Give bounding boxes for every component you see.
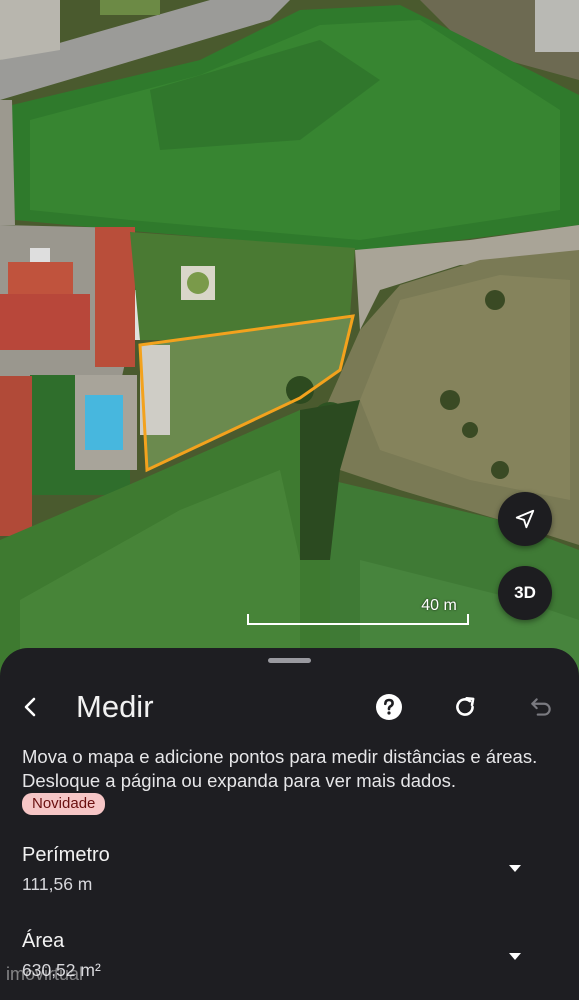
perimeter-label: Perímetro bbox=[22, 844, 110, 866]
instructions-text: Mova o mapa e adicione pontos para medir… bbox=[22, 746, 538, 791]
area-label: Área bbox=[22, 930, 65, 952]
area-expand-button[interactable] bbox=[500, 941, 530, 971]
caret-down-icon bbox=[509, 953, 521, 960]
satellite-imagery bbox=[0, 0, 579, 700]
locate-button[interactable] bbox=[498, 492, 552, 546]
perimeter-expand-button[interactable] bbox=[500, 853, 530, 883]
scale-bar-label: 40 m bbox=[421, 597, 457, 614]
perimeter-value: 111,56 m bbox=[22, 874, 93, 894]
arrow-back-icon bbox=[24, 697, 36, 717]
satellite-map[interactable]: 40 m 3D bbox=[0, 0, 579, 700]
new-feature-badge: Novidade bbox=[22, 793, 106, 815]
measure-bottom-sheet: Medir Mova o mapa e adicione pontos para… bbox=[0, 648, 579, 1000]
sheet-drag-handle[interactable] bbox=[268, 658, 311, 663]
3d-view-button[interactable]: 3D bbox=[498, 566, 552, 620]
caret-down-icon bbox=[509, 865, 521, 872]
back-button[interactable] bbox=[12, 688, 50, 726]
help-circle-icon bbox=[376, 694, 402, 720]
refresh-button[interactable] bbox=[450, 692, 480, 722]
undo-button[interactable] bbox=[526, 692, 556, 722]
page-title: Medir bbox=[76, 689, 154, 724]
watermark-logo: imovirtual bbox=[6, 964, 84, 984]
undo-icon bbox=[531, 698, 551, 716]
help-button[interactable] bbox=[374, 692, 404, 722]
navigation-arrow-icon bbox=[515, 509, 535, 529]
refresh-icon bbox=[456, 697, 475, 716]
